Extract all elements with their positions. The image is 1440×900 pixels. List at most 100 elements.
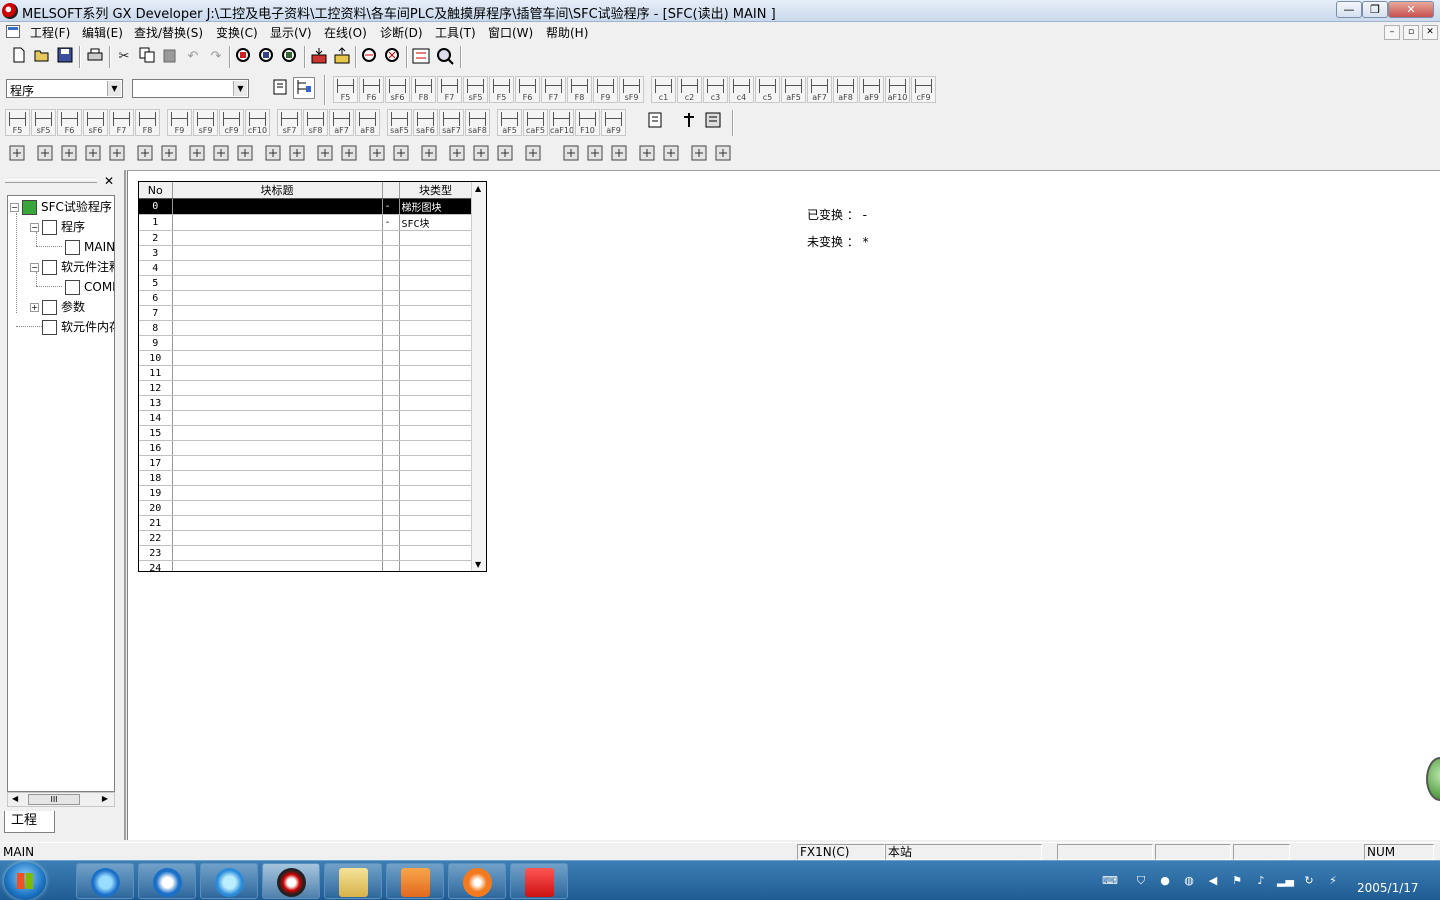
grid-icon[interactable] [688,143,710,165]
menu-view[interactable]: 显示(V) [270,24,312,41]
find-icon[interactable] [286,143,308,165]
sfc-key-10[interactable]: F9 [593,76,618,103]
row-number[interactable]: 7 [139,305,173,321]
scroll-up-icon[interactable]: ▲ [475,184,481,193]
close-icon[interactable]: ✕ [104,174,114,188]
table-row[interactable]: 0 - 梯形图块 [139,198,473,215]
paste-icon[interactable] [159,46,181,68]
sfc-key-7[interactable]: F6 [515,76,540,103]
row-block-title[interactable] [172,395,383,411]
sfc-key-21[interactable]: aF10 [885,76,910,103]
tree-node-project-root[interactable]: − SFC试验程序 [10,199,112,215]
row-block-title[interactable] [172,440,383,456]
ladder-key-14[interactable]: saF5 [387,109,412,136]
document-icon[interactable] [6,25,20,38]
restore-button[interactable]: ❐ [1362,1,1388,18]
read-plc-icon[interactable] [308,46,330,68]
row-block-type[interactable] [399,290,473,306]
chevron-down-icon[interactable]: ▼ [107,81,121,96]
table-row[interactable]: 11 [139,365,473,381]
sfc-key-5[interactable]: sF5 [463,76,488,103]
table-row[interactable]: 19 [139,485,473,501]
table-row[interactable]: 24 [139,560,473,571]
close-button[interactable]: ✕ [1388,1,1434,18]
pane-grip[interactable] [5,179,97,183]
column-delete-icon[interactable] [494,143,516,165]
find-device-icon[interactable] [233,46,255,68]
row-block-type[interactable] [399,560,473,571]
ladder-key-16[interactable]: saF7 [439,109,464,136]
table-row[interactable]: 13 [139,395,473,411]
scroll-thumb[interactable]: III [28,794,80,805]
scroll-right-icon[interactable]: ▶ [102,794,108,803]
row-mark[interactable]: - [382,198,400,215]
row-number[interactable]: 10 [139,350,173,366]
row-number[interactable]: 17 [139,455,173,471]
column-insert-icon[interactable] [470,143,492,165]
row-block-type[interactable] [399,335,473,351]
sfc-list-icon[interactable] [293,77,315,99]
row-number[interactable]: 8 [139,320,173,336]
table-row[interactable]: 12 [139,380,473,396]
row-block-title[interactable] [172,198,383,215]
sfc-key-1[interactable]: F6 [359,76,384,103]
table-row[interactable]: 15 [139,425,473,441]
row-mark[interactable] [382,365,400,381]
mdi-restore-button[interactable]: ▫ [1403,25,1419,40]
table-row[interactable]: 21 [139,515,473,531]
ladder-key-21[interactable]: F10 [575,109,600,136]
row-mark[interactable] [382,230,400,246]
ladder-key-2[interactable]: F6 [57,109,82,136]
row-block-title[interactable] [172,485,383,501]
tree-node-comment[interactable]: COMMENT [65,279,114,295]
taskbar-gx-developer[interactable] [262,863,320,899]
frame-icon[interactable] [522,143,544,165]
ladder-key-4[interactable]: F7 [109,109,134,136]
shield-icon[interactable]: ⛉ [1133,873,1149,889]
expand-icon[interactable]: + [30,303,39,312]
row-number[interactable]: 16 [139,440,173,456]
row-mark[interactable] [382,395,400,411]
row-block-type[interactable] [399,260,473,276]
comment-icon[interactable] [270,77,292,99]
jump-up-icon[interactable] [314,143,336,165]
keyboard-icon[interactable]: ⌨ [1102,873,1118,889]
row-block-title[interactable] [172,530,383,546]
row-mark[interactable] [382,500,400,516]
row-mark[interactable] [382,515,400,531]
chart-icon[interactable] [660,143,682,165]
row-mark[interactable]: - [382,214,400,231]
copy-icon[interactable] [136,46,158,68]
row-block-title[interactable] [172,350,383,366]
row-block-title[interactable] [172,260,383,276]
collapse-icon[interactable]: − [10,203,19,212]
row-block-type[interactable] [399,320,473,336]
save-icon[interactable] [54,46,76,68]
row-block-type[interactable] [399,380,473,396]
row-number[interactable]: 24 [139,560,173,571]
row-mark[interactable] [382,440,400,456]
row-block-title[interactable] [172,410,383,426]
row-block-title[interactable] [172,545,383,561]
table-row[interactable]: 7 [139,305,473,321]
row-block-type[interactable] [399,395,473,411]
taskbar-ie[interactable] [76,863,134,899]
start-button[interactable] [4,862,46,900]
sfc-key-17[interactable]: aF5 [781,76,806,103]
row-number[interactable]: 4 [139,260,173,276]
row-block-title[interactable] [172,380,383,396]
minimize-button[interactable]: — [1336,1,1362,18]
row-block-type[interactable] [399,410,473,426]
row-mark[interactable] [382,455,400,471]
ladder-key-22[interactable]: aF9 [601,109,626,136]
block-icon[interactable] [6,143,28,165]
table-row[interactable]: 18 [139,470,473,486]
row-number[interactable]: 19 [139,485,173,501]
write-plc-icon[interactable] [331,46,353,68]
row-number[interactable]: 14 [139,410,173,426]
row-block-type[interactable] [399,305,473,321]
item-combo[interactable]: ▼ [132,79,249,98]
search-step-icon[interactable] [82,143,104,165]
transition-icon[interactable] [58,143,80,165]
row-block-type[interactable] [399,365,473,381]
